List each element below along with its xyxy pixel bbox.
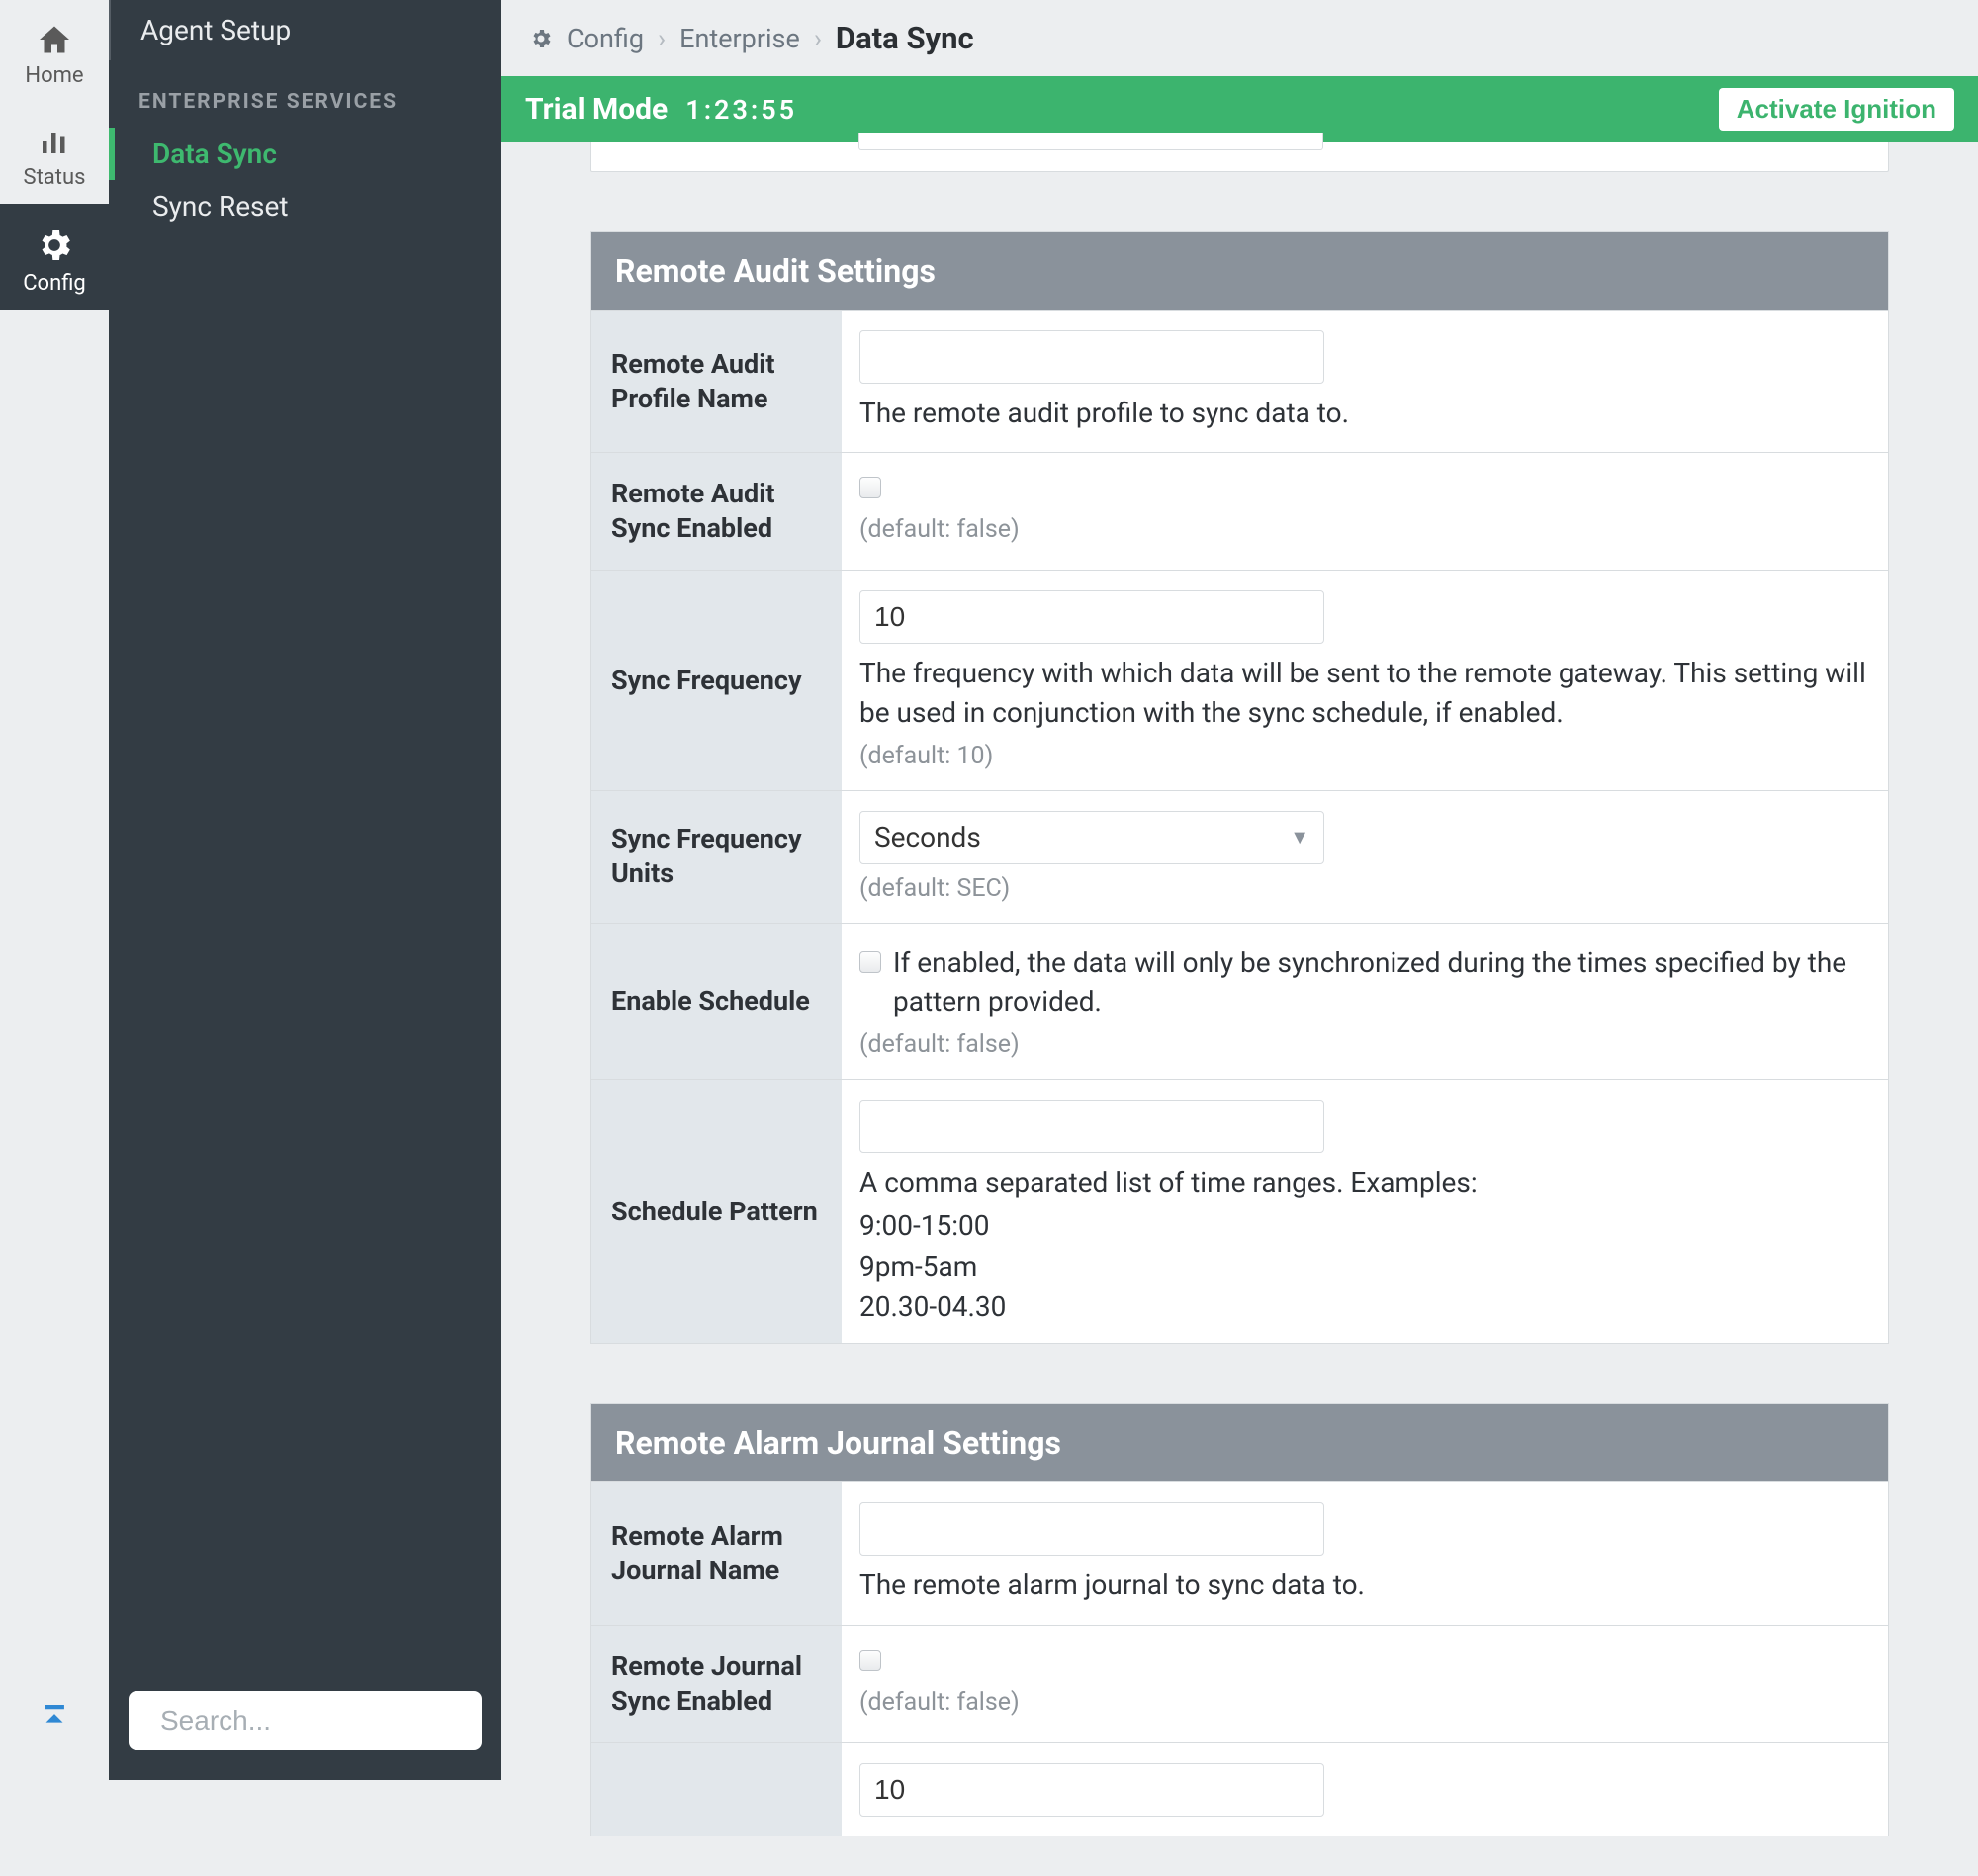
label-audit-sync-enabled: Remote Audit Sync Enabled (591, 453, 842, 570)
collapse-icon (38, 1700, 71, 1734)
help-sync-frequency: The frequency with which data will be se… (859, 654, 1870, 731)
default-enable-schedule: (default: false) (859, 1030, 1870, 1059)
example-3: 20.30-04.30 (859, 1291, 1870, 1323)
gear-icon (34, 225, 75, 265)
help-enable-schedule: If enabled, the data will only be synchr… (893, 943, 1870, 1021)
status-icon (35, 124, 74, 159)
row-audit-sync-enabled: Remote Audit Sync Enabled (default: fals… (591, 452, 1888, 570)
breadcrumb-config[interactable]: Config (567, 23, 644, 54)
input-profile-name[interactable] (859, 330, 1324, 384)
label-journal-sync-enabled: Remote Journal Sync Enabled (591, 1626, 842, 1742)
input-schedule-pattern[interactable] (859, 1100, 1324, 1153)
label-enable-schedule: Enable Schedule (591, 924, 842, 1079)
label-journal-frequency (591, 1743, 842, 1836)
row-enable-schedule: Enable Schedule If enabled, the data wil… (591, 923, 1888, 1079)
row-sync-frequency: Sync Frequency The frequency with which … (591, 570, 1888, 789)
rail-home-label: Home (0, 63, 109, 88)
example-2: 9pm-5am (859, 1250, 1870, 1283)
sidebar-item-sync-reset[interactable]: Sync Reset (109, 180, 501, 232)
help-schedule-pattern: A comma separated list of time ranges. E… (859, 1163, 1870, 1202)
panel-remote-journal: Remote Alarm Journal Settings Remote Ala… (590, 1403, 1889, 1835)
sidebar: Agent Setup ENTERPRISE SERVICES Data Syn… (109, 0, 501, 1780)
breadcrumb: Config › Enterprise › Data Sync (501, 0, 1978, 76)
help-journal-name: The remote alarm journal to sync data to… (859, 1565, 1870, 1604)
panel-header: Remote Alarm Journal Settings (591, 1404, 1888, 1481)
trial-label: Trial Mode (525, 92, 668, 127)
previous-input-bottom (858, 133, 1323, 150)
breadcrumb-enterprise[interactable]: Enterprise (679, 23, 800, 54)
help-profile-name: The remote audit profile to sync data to… (859, 394, 1870, 432)
previous-panel-bottom (590, 142, 1889, 172)
input-sync-frequency[interactable] (859, 590, 1324, 644)
rail-home[interactable]: Home (0, 0, 109, 102)
default-sync-frequency: (default: 10) (859, 742, 1870, 770)
checkbox-journal-sync-enabled[interactable] (859, 1650, 881, 1671)
chevron-down-icon: ▼ (1290, 825, 1309, 849)
rail-config[interactable]: Config (0, 204, 109, 310)
row-profile-name: Remote Audit Profile Name The remote aud… (591, 310, 1888, 452)
sidebar-item-data-sync[interactable]: Data Sync (109, 128, 501, 180)
input-journal-frequency[interactable] (859, 1763, 1324, 1817)
row-schedule-pattern: Schedule Pattern A comma separated list … (591, 1079, 1888, 1343)
default-frequency-units: (default: SEC) (859, 874, 1870, 903)
example-1: 9:00-15:00 (859, 1209, 1870, 1242)
rail-collapse[interactable] (0, 1670, 109, 1780)
panel-remote-audit: Remote Audit Settings Remote Audit Profi… (590, 231, 1889, 1344)
chevron-right-icon: › (658, 23, 666, 54)
row-journal-name: Remote Alarm Journal Name The remote ala… (591, 1481, 1888, 1624)
select-frequency-units[interactable]: Seconds ▼ (859, 811, 1324, 864)
search-wrap (129, 1691, 482, 1750)
input-journal-name[interactable] (859, 1502, 1324, 1556)
label-journal-name: Remote Alarm Journal Name (591, 1482, 842, 1624)
row-journal-sync-enabled: Remote Journal Sync Enabled (default: fa… (591, 1625, 1888, 1742)
rail-config-label: Config (0, 271, 109, 296)
search-input[interactable] (160, 1705, 517, 1737)
search-box[interactable] (129, 1691, 482, 1750)
label-schedule-pattern: Schedule Pattern (591, 1080, 842, 1343)
sidebar-section-title: ENTERPRISE SERVICES (109, 60, 501, 128)
select-value: Seconds (874, 821, 981, 853)
content: Remote Audit Settings Remote Audit Profi… (501, 142, 1978, 1876)
row-journal-frequency (591, 1742, 1888, 1836)
gear-icon (529, 27, 553, 50)
checkbox-audit-sync-enabled[interactable] (859, 477, 881, 498)
trial-timer: 1:23:55 (685, 94, 797, 126)
rail-status[interactable]: Status (0, 102, 109, 204)
panel-header: Remote Audit Settings (591, 232, 1888, 310)
rail-status-label: Status (0, 165, 109, 190)
examples-schedule-pattern: 9:00-15:00 9pm-5am 20.30-04.30 (859, 1209, 1870, 1323)
default-journal-sync-enabled: (default: false) (859, 1688, 1870, 1717)
label-profile-name: Remote Audit Profile Name (591, 311, 842, 452)
sidebar-top-item[interactable]: Agent Setup (109, 0, 501, 60)
chevron-right-icon: › (814, 23, 822, 54)
default-audit-sync-enabled: (default: false) (859, 515, 1870, 544)
home-icon (35, 22, 74, 57)
activate-button[interactable]: Activate Ignition (1719, 88, 1954, 131)
breadcrumb-current: Data Sync (836, 20, 974, 56)
label-sync-frequency: Sync Frequency (591, 571, 842, 789)
label-frequency-units: Sync Frequency Units (591, 791, 842, 923)
icon-rail: Home Status Config (0, 0, 109, 1780)
checkbox-enable-schedule[interactable] (859, 951, 881, 973)
main: Config › Enterprise › Data Sync Trial Mo… (501, 0, 1978, 1780)
row-frequency-units: Sync Frequency Units Seconds ▼ (default:… (591, 790, 1888, 923)
